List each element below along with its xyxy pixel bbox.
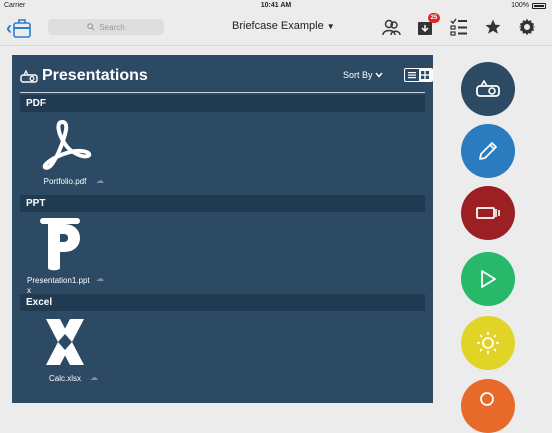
favorites-button[interactable] [482, 16, 504, 38]
status-bar: Carrier 10:41 AM 100% [0, 0, 552, 12]
grid-view-button[interactable] [418, 69, 432, 81]
projector-icon [476, 79, 500, 97]
view-toggle [404, 68, 433, 82]
battery-icon [532, 2, 546, 9]
grid-icon [421, 71, 430, 79]
briefcase-selector[interactable]: Briefcase Example ▼ [232, 20, 335, 32]
section-header-ppt: PPT [20, 195, 425, 212]
battery-indicator: 100% [511, 2, 546, 9]
panel-header: Presentations Sort By [20, 65, 433, 93]
search-placeholder: Search [99, 22, 125, 32]
present-button[interactable] [461, 62, 515, 116]
notification-badge: 25 [428, 13, 440, 23]
briefcase-icon [13, 19, 31, 38]
toolbar: 25 [380, 13, 538, 38]
caret-down-icon: ▼ [326, 21, 335, 31]
settings-button[interactable] [516, 16, 538, 38]
sort-by-label: Sort By [343, 70, 373, 80]
list-icon [407, 72, 416, 79]
play-icon [481, 270, 496, 288]
projector-icon [20, 69, 38, 89]
list-view-button[interactable] [405, 69, 419, 81]
star-icon [485, 19, 501, 34]
sort-by-dropdown[interactable]: Sort By [343, 70, 383, 80]
checklist-icon [450, 18, 467, 36]
section-header-pdf: PDF [20, 95, 425, 112]
battery-percent: 100% [511, 2, 529, 9]
back-button[interactable]: ‹ [6, 15, 42, 41]
chevron-down-icon [374, 72, 383, 78]
brightness-button[interactable] [461, 316, 515, 370]
slides-icon [476, 207, 500, 219]
presentations-panel: Presentations Sort By PDF Portfolio.pdf … [12, 55, 433, 403]
search-icon [480, 392, 494, 406]
section-header-excel: Excel [20, 294, 425, 311]
powerpoint-icon [30, 214, 90, 274]
contacts-button[interactable] [380, 16, 402, 38]
page-title: Briefcase Example [232, 20, 324, 32]
pencil-icon [479, 142, 497, 160]
clock: 10:41 AM [260, 2, 292, 9]
navigation-bar: ‹ Search Briefcase Example ▼ 25 [0, 12, 552, 46]
slides-button[interactable] [461, 186, 515, 240]
excel-icon [35, 312, 95, 372]
edit-button[interactable] [461, 124, 515, 178]
checklist-button[interactable] [448, 16, 470, 38]
gear-icon [518, 18, 536, 36]
play-button[interactable] [461, 252, 515, 306]
cloud-icon: ☁ [96, 274, 104, 283]
search-button[interactable] [461, 379, 515, 433]
search-icon [87, 23, 95, 31]
search-field[interactable]: Search [48, 19, 164, 35]
cloud-icon: ☁ [90, 373, 98, 382]
file-item[interactable]: Presentation1.pptx [20, 214, 100, 296]
adobe-pdf-icon [35, 115, 95, 175]
people-icon [382, 19, 401, 36]
downloads-button[interactable]: 25 [414, 13, 440, 38]
sun-icon [477, 332, 499, 354]
cloud-icon: ☁ [96, 176, 104, 185]
file-name: Presentation1.pptx [27, 276, 90, 295]
panel-title: Presentations [42, 67, 148, 84]
